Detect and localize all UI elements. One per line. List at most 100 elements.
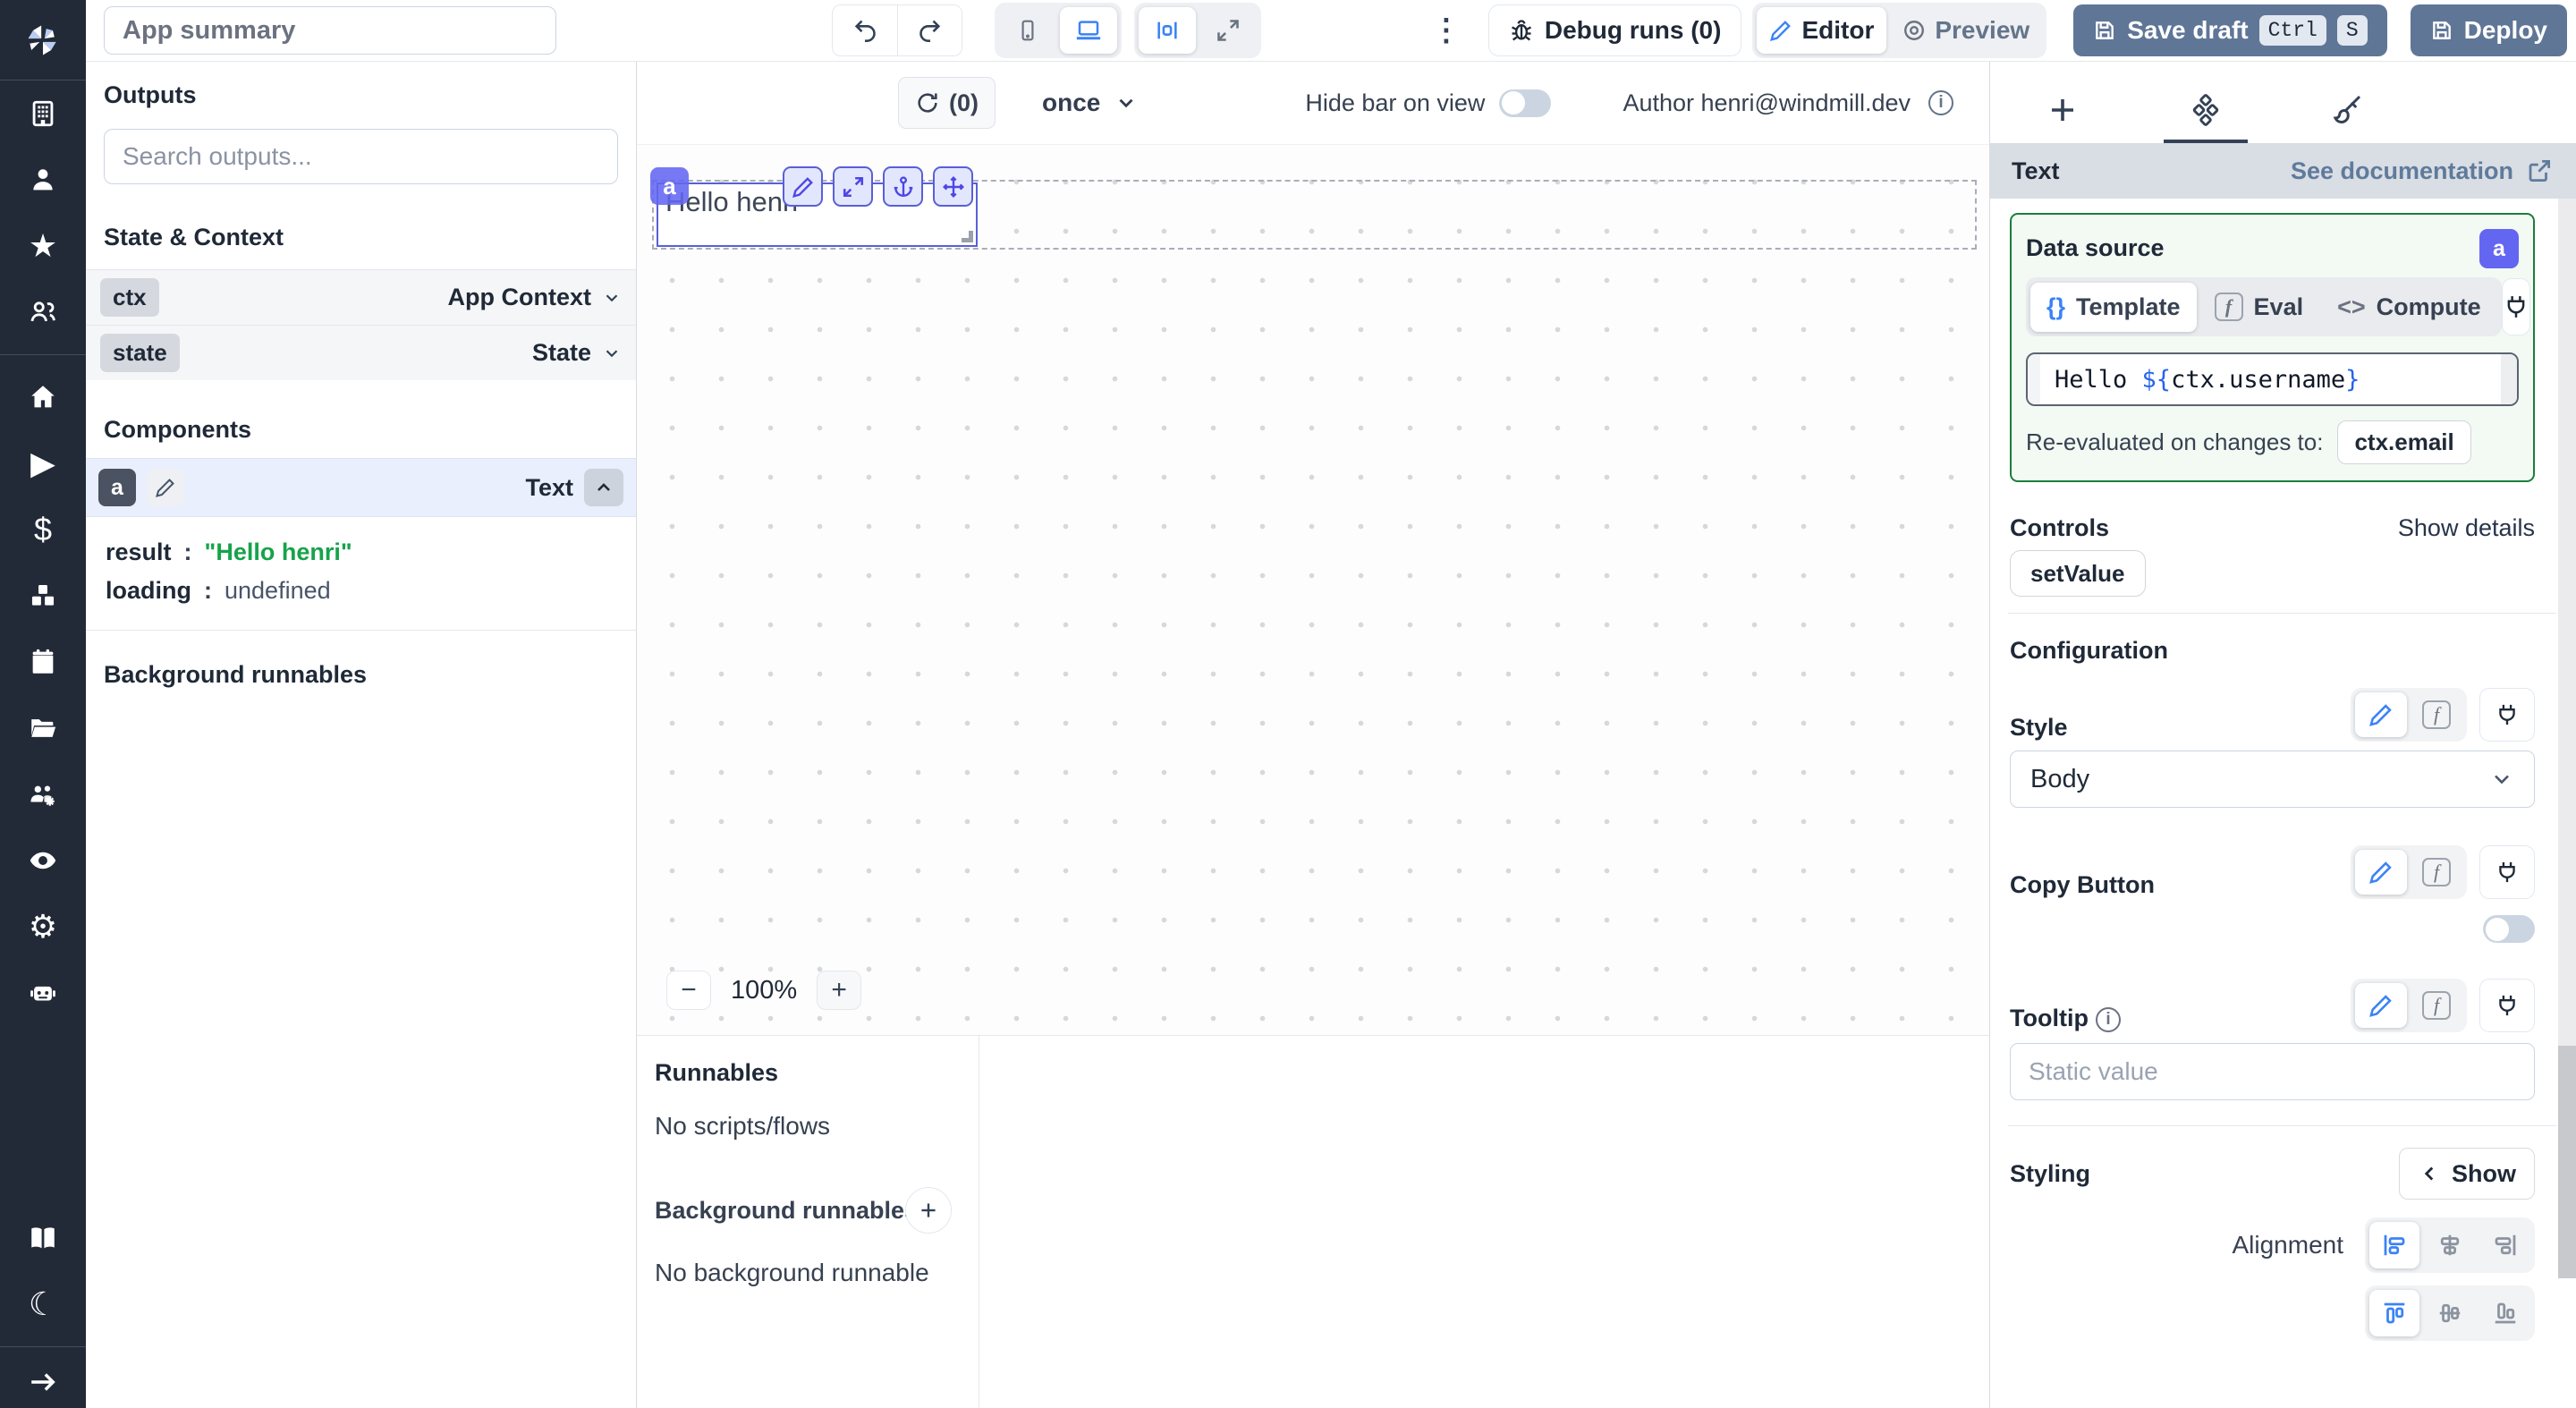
debug-runs-button[interactable]: Debug runs (0): [1488, 4, 1742, 56]
refresh-mode-dropdown[interactable]: once: [1042, 89, 1138, 117]
align-right-button[interactable]: [2480, 1222, 2530, 1268]
move-button[interactable]: [933, 166, 973, 207]
more-menu-icon[interactable]: ⋮: [1420, 13, 1472, 48]
copy-button-eval-button[interactable]: f: [2411, 850, 2462, 895]
desktop-view-button[interactable]: [1060, 7, 1117, 54]
docs-book-icon[interactable]: [0, 1205, 86, 1271]
sidebar-divider-bottom: [0, 1346, 86, 1347]
eval-mode-tab[interactable]: f Eval: [2199, 282, 2320, 332]
editor-tab[interactable]: Editor: [1757, 7, 1886, 54]
refresh-button[interactable]: (0): [898, 77, 996, 129]
connect-plug-button[interactable]: [2502, 278, 2530, 335]
rename-pencil-icon[interactable]: [147, 469, 184, 506]
tooltip-eval-button[interactable]: f: [2411, 983, 2462, 1028]
workspace-icon[interactable]: [0, 81, 86, 147]
copy-button-static-pencil-button[interactable]: [2355, 850, 2407, 895]
global-styling-tab[interactable]: [2307, 80, 2391, 140]
style-eval-button[interactable]: f: [2411, 692, 2462, 737]
centered-layout-button[interactable]: [1139, 7, 1196, 54]
align-middle-button[interactable]: [2425, 1290, 2475, 1336]
ai-robot-icon[interactable]: [0, 960, 86, 1026]
panel-scrollbar[interactable]: [2558, 199, 2576, 1278]
info-icon[interactable]: i: [1928, 90, 1953, 115]
tooltip-info-icon[interactable]: i: [2096, 1007, 2121, 1032]
alignment-label: Alignment: [2232, 1231, 2343, 1260]
groups-icon[interactable]: [0, 279, 86, 345]
tooltip-connect-plug-button[interactable]: [2479, 979, 2535, 1032]
tooltip-static-value-input[interactable]: [2010, 1043, 2535, 1100]
see-documentation-link[interactable]: See documentation: [2291, 157, 2553, 185]
tooltip-label: Tooltip: [2010, 1005, 2089, 1032]
prop-result[interactable]: result : "Hello henri": [106, 533, 631, 572]
collapse-arrow-icon[interactable]: [0, 1356, 86, 1408]
data-source-mode-tabs: {} Template f Eval <> Compute: [2026, 277, 2502, 336]
dark-mode-moon-icon[interactable]: ☾: [0, 1271, 86, 1337]
runnables-title: Runnables: [655, 1059, 961, 1087]
template-expression-input[interactable]: Hello ${ctx.username}: [2026, 352, 2519, 406]
variables-dollar-icon[interactable]: $: [0, 496, 86, 563]
schedules-calendar-icon[interactable]: [0, 629, 86, 695]
workers-users-gear-icon[interactable]: [0, 761, 86, 827]
resources-cubes-icon[interactable]: [0, 563, 86, 629]
settings-gear-icon[interactable]: ⚙: [0, 894, 86, 960]
setvalue-chip[interactable]: setValue: [2010, 550, 2146, 597]
zoom-in-button[interactable]: +: [817, 971, 861, 1010]
windmill-logo-icon[interactable]: [0, 0, 86, 81]
state-row[interactable]: state State: [86, 325, 636, 380]
collapse-chevron-up-icon[interactable]: [584, 469, 623, 506]
redo-button[interactable]: [897, 5, 962, 55]
component-settings-tab[interactable]: [2164, 80, 2248, 140]
style-connect-plug-button[interactable]: [2479, 688, 2535, 742]
copy-button-toggle[interactable]: [2483, 915, 2535, 943]
style-static-pencil-button[interactable]: [2355, 692, 2407, 737]
section-divider: [2008, 1125, 2556, 1126]
edit-pencil-button[interactable]: [783, 166, 823, 207]
expand-button[interactable]: [833, 166, 873, 207]
tooltip-static-pencil-button[interactable]: [2355, 983, 2407, 1028]
align-left-button[interactable]: [2369, 1222, 2419, 1268]
component-output-props: result : "Hello henri" loading : undefin…: [86, 517, 636, 631]
search-outputs-input[interactable]: [104, 129, 618, 184]
zoom-out-button[interactable]: −: [666, 971, 711, 1010]
scrollbar-thumb[interactable]: [2558, 1046, 2576, 1278]
chevron-down-icon: [1114, 91, 1138, 115]
favorites-star-icon[interactable]: ★: [0, 213, 86, 279]
compute-mode-tab[interactable]: <> Compute: [2321, 283, 2497, 332]
data-source-title: Data source: [2026, 234, 2165, 262]
resize-handle[interactable]: [962, 231, 973, 242]
audit-eye-icon[interactable]: [0, 827, 86, 894]
style-select[interactable]: Body: [2010, 751, 2535, 808]
background-runnables-heading: Background runnables..(: [655, 1197, 914, 1225]
app-summary-input[interactable]: [104, 6, 556, 55]
code-scrollbar[interactable]: [2501, 354, 2517, 404]
anchor-button[interactable]: [883, 166, 923, 207]
align-bottom-button[interactable]: [2480, 1290, 2530, 1336]
prop-loading[interactable]: loading : undefined: [106, 572, 631, 610]
preview-tab[interactable]: Preview: [1890, 7, 2042, 54]
user-icon[interactable]: [0, 147, 86, 213]
save-draft-button[interactable]: Save draft Ctrl S: [2073, 4, 2386, 56]
show-details-link[interactable]: Show details: [2398, 514, 2535, 542]
insert-component-tab[interactable]: [2021, 80, 2105, 140]
add-background-runnable-button[interactable]: [905, 1187, 952, 1234]
runs-play-icon[interactable]: ▶: [0, 430, 86, 496]
styling-show-button[interactable]: Show: [2399, 1148, 2535, 1200]
sidebar-top-icons: ★: [0, 81, 86, 345]
hide-bar-toggle[interactable]: [1499, 89, 1551, 117]
reeval-dependency-chip[interactable]: ctx.email: [2337, 420, 2470, 464]
copy-button-connect-plug-button[interactable]: [2479, 845, 2535, 899]
template-mode-tab[interactable]: {} Template: [2030, 283, 2197, 332]
deploy-button[interactable]: Deploy: [2411, 4, 2567, 56]
align-top-button[interactable]: [2369, 1290, 2419, 1336]
folders-icon[interactable]: [0, 695, 86, 761]
ctx-row[interactable]: ctx App Context: [86, 269, 636, 325]
hide-bar-label: Hide bar on view: [1305, 89, 1485, 117]
horizontal-alignment-group: [2365, 1217, 2535, 1273]
app-canvas[interactable]: Hello henri a: [637, 144, 1989, 1035]
mobile-view-button[interactable]: [999, 7, 1056, 54]
align-center-horizontal-button[interactable]: [2425, 1222, 2475, 1268]
undo-button[interactable]: [833, 5, 897, 55]
fullscreen-layout-button[interactable]: [1199, 7, 1257, 54]
component-list-item[interactable]: a Text: [86, 458, 636, 517]
home-icon[interactable]: [0, 364, 86, 430]
